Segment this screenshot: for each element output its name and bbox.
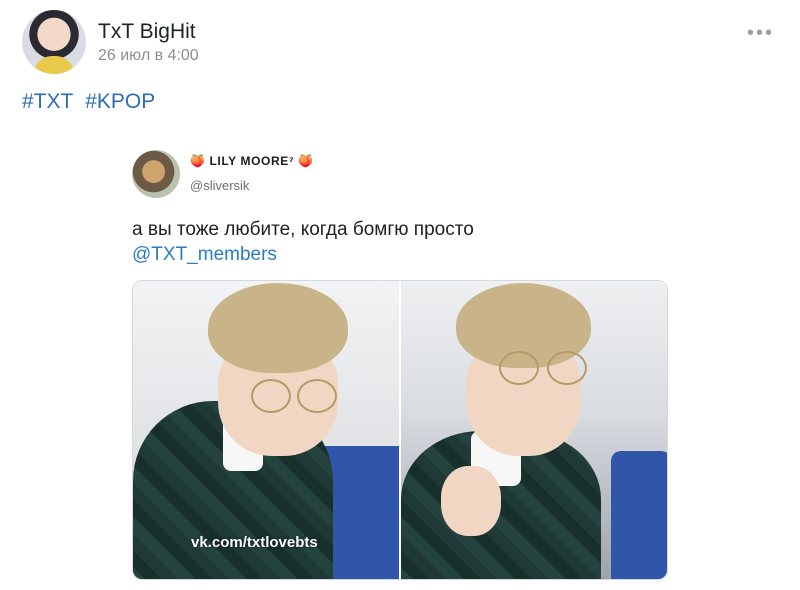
- watermark-text: vk.com/txtlovebts: [191, 534, 318, 551]
- hashtag-link[interactable]: #KPOP: [85, 90, 155, 113]
- embedded-tweet: 🍑 LILY MOORE⁷ 🍑 @sliversik а вы тоже люб…: [132, 150, 672, 580]
- tweet-media[interactable]: vk.com/txtlovebts: [132, 280, 668, 580]
- author-name[interactable]: TxT BigHit: [98, 20, 196, 44]
- post-date[interactable]: 26 июл в 4:00: [98, 47, 199, 65]
- photo-left[interactable]: vk.com/txtlovebts: [133, 281, 399, 579]
- post-header: TxT BigHit 26 июл в 4:00 •••: [22, 10, 782, 74]
- more-horizontal-icon: •••: [746, 22, 774, 44]
- tweet-display-name[interactable]: 🍑 LILY MOORE⁷ 🍑: [190, 154, 314, 168]
- author-avatar[interactable]: [22, 10, 86, 74]
- hashtags: #TXT #KPOP: [22, 90, 161, 114]
- tweet-author-avatar[interactable]: [132, 150, 180, 198]
- tweet-mention-link[interactable]: @TXT_members: [132, 244, 277, 266]
- hashtag-link[interactable]: #TXT: [22, 90, 73, 113]
- photo-right[interactable]: [401, 281, 667, 579]
- tweet-handle[interactable]: @sliversik: [190, 178, 249, 193]
- more-options-button[interactable]: •••: [747, 22, 774, 45]
- tweet-text: а вы тоже любите, когда бомгю просто: [132, 219, 474, 240]
